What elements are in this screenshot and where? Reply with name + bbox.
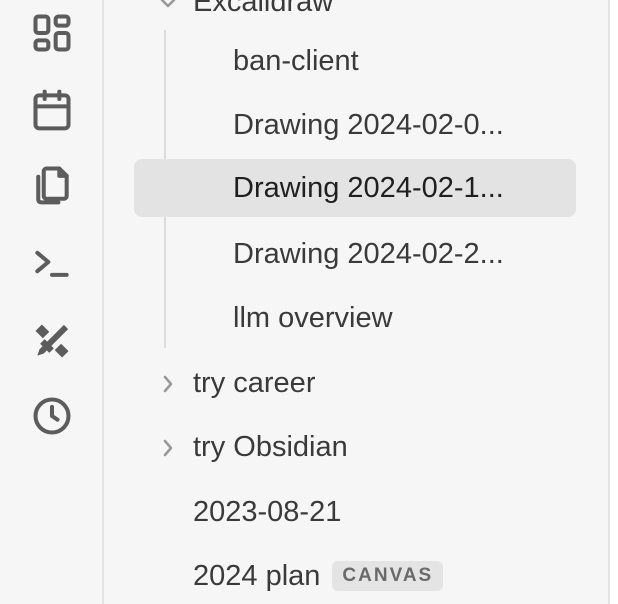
folder-label: Excalidraw	[193, 0, 334, 18]
terminal-ribbon-button[interactable]	[26, 236, 78, 288]
file-item[interactable]: ban-client	[134, 32, 576, 90]
file-label: llm overview	[233, 301, 393, 334]
dashboard-icon	[33, 14, 71, 52]
file-label: Drawing 2024-02-0...	[233, 108, 504, 141]
folder-label: try Obsidian	[193, 430, 348, 463]
file-label: Drawing 2024-02-1...	[233, 171, 504, 204]
chevron-down-icon	[156, 0, 180, 14]
copy-icon	[36, 166, 69, 205]
file-item[interactable]: Drawing 2024-02-0...	[134, 96, 576, 154]
chevron-right-icon[interactable]	[156, 435, 180, 459]
file-explorer: Excalidraw ban-client Drawing 2024-02-0.…	[104, 0, 608, 604]
left-ribbon	[0, 0, 104, 604]
folder-excalidraw[interactable]: Excalidraw	[134, 0, 576, 31]
calendar-ribbon-button[interactable]	[26, 84, 78, 136]
terminal-icon	[35, 250, 69, 277]
file-type-badge: CANVAS	[332, 561, 444, 591]
file-item-canvas[interactable]: 2024 plan CANVAS	[134, 547, 576, 604]
file-item-active[interactable]: Drawing 2024-02-1...	[134, 159, 576, 217]
obsidian-window: Excalidraw ban-client Drawing 2024-02-0.…	[0, 0, 618, 604]
file-item[interactable]: 2023-08-21	[134, 483, 576, 541]
folder-label: try career	[193, 366, 316, 399]
chevron-right-icon[interactable]	[156, 371, 180, 395]
excalidraw-ribbon-button[interactable]	[26, 315, 78, 367]
file-item[interactable]: llm overview	[134, 289, 576, 347]
copy-ribbon-button[interactable]	[26, 159, 78, 211]
history-ribbon-button[interactable]	[26, 390, 78, 442]
file-label: 2023-08-21	[193, 495, 342, 528]
file-label: 2024 plan	[193, 559, 321, 592]
file-item[interactable]: Drawing 2024-02-2...	[134, 225, 576, 283]
editor-pane-edge	[610, 0, 618, 604]
file-label: Drawing 2024-02-2...	[233, 237, 504, 270]
excalidraw-icon	[35, 324, 69, 358]
folder-try-obsidian[interactable]: try Obsidian	[134, 418, 576, 476]
file-label: ban-client	[233, 44, 359, 77]
dashboard-ribbon-button[interactable]	[26, 7, 78, 59]
clock-icon	[33, 397, 71, 435]
folder-try-career[interactable]: try career	[134, 354, 576, 412]
calendar-icon	[33, 89, 71, 131]
